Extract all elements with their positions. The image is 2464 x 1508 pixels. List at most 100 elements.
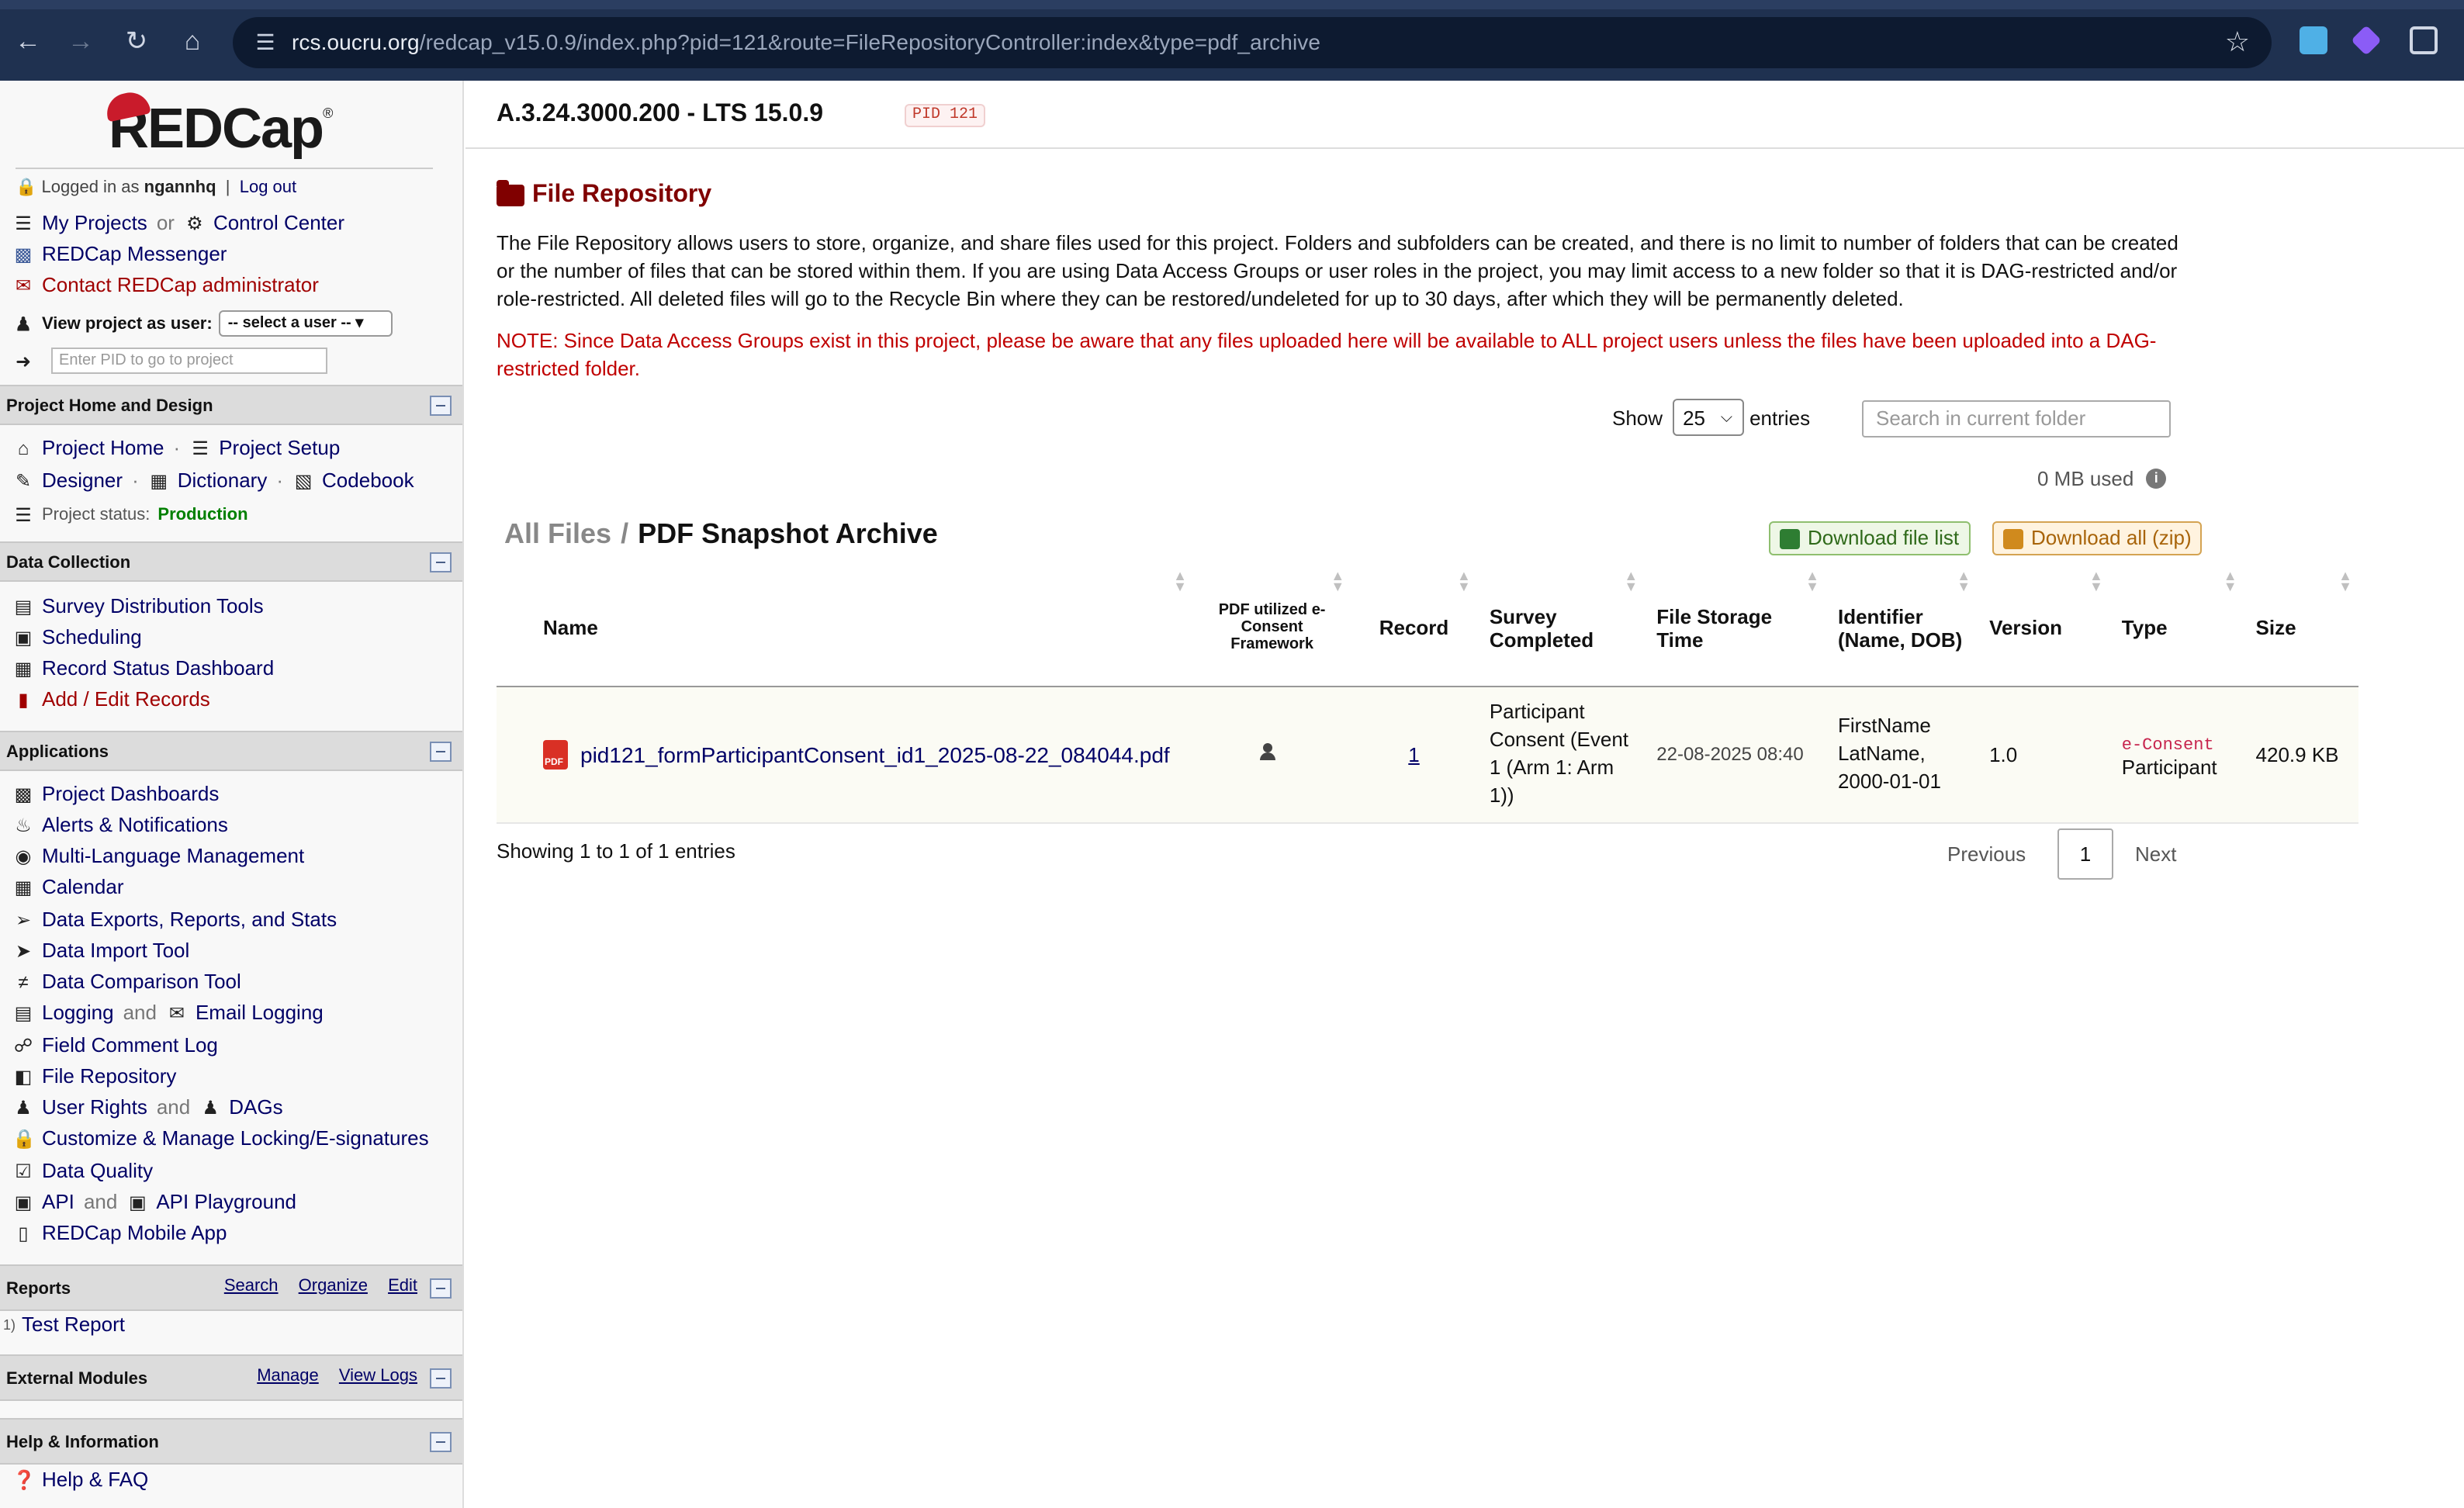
- sidebar-item-calendar[interactable]: ▦ Calendar: [12, 875, 124, 898]
- sidebar-item-mobile-app[interactable]: ▯ REDCap Mobile App: [12, 1221, 227, 1244]
- view-as-select[interactable]: -- select a user -- ▾: [218, 310, 393, 337]
- user-rights-link[interactable]: User Rights: [42, 1095, 147, 1119]
- logging-link[interactable]: Logging: [42, 1001, 114, 1024]
- col-storage-time[interactable]: File Storage Time ▲ ▼: [1644, 569, 1826, 687]
- col-size[interactable]: Size ▲ ▼: [2243, 569, 2358, 687]
- sidebar-item-exports[interactable]: ➢ Data Exports, Reports, and Stats: [12, 908, 337, 931]
- section-help[interactable]: Help & Information: [0, 1418, 462, 1465]
- dags-link[interactable]: DAGs: [229, 1095, 282, 1119]
- logout-link[interactable]: Log out: [240, 178, 296, 197]
- extension-diamond-icon[interactable]: [2351, 25, 2382, 56]
- section-reports[interactable]: Reports Search Organize Edit: [0, 1264, 462, 1311]
- section-external-modules[interactable]: External Modules Manage View Logs: [0, 1354, 462, 1401]
- modules-manage-link[interactable]: Manage: [257, 1367, 319, 1385]
- project-home-link[interactable]: Project Home: [42, 436, 164, 459]
- entries-select[interactable]: 25 ⌵: [1672, 399, 1744, 436]
- sidebar-item-record-status[interactable]: ▦ Record Status Dashboard: [12, 656, 275, 680]
- col-name[interactable]: Name ▲ ▼: [497, 569, 1193, 687]
- site-settings-icon[interactable]: ☰: [251, 28, 279, 56]
- contact-admin-row[interactable]: ✉ Contact REDCap administrator: [12, 273, 319, 296]
- collapse-icon[interactable]: [430, 1432, 452, 1452]
- control-center-link[interactable]: Control Center: [213, 211, 344, 234]
- pid-input[interactable]: Enter PID to go to project: [51, 348, 327, 374]
- project-setup-link[interactable]: Project Setup: [219, 436, 340, 459]
- extensions-puzzle-icon[interactable]: [2410, 26, 2438, 54]
- sidebar-item-data-quality[interactable]: ☑ Data Quality: [12, 1159, 153, 1182]
- messenger-row[interactable]: ▩ REDCap Messenger: [12, 242, 227, 265]
- col-survey[interactable]: Survey Completed ▲ ▼: [1476, 569, 1645, 687]
- sidebar-item-label: Data Exports, Reports, and Stats: [42, 908, 337, 931]
- collapse-icon[interactable]: [430, 742, 452, 762]
- collapse-icon[interactable]: [430, 552, 452, 572]
- pagination-next[interactable]: Next: [2135, 842, 2176, 866]
- extension-save-icon[interactable]: [2300, 26, 2327, 54]
- bookmark-star-icon[interactable]: ☆: [2225, 26, 2250, 59]
- reload-icon[interactable]: ↻: [119, 25, 154, 59]
- address-bar[interactable]: ☰ rcs.oucru.org/redcap_v15.0.9/index.php…: [233, 17, 2272, 68]
- messenger-link[interactable]: REDCap Messenger: [42, 242, 227, 265]
- col-type[interactable]: Type ▲ ▼: [2109, 569, 2244, 687]
- url-text[interactable]: rcs.oucru.org/redcap_v15.0.9/index.php?p…: [292, 29, 1320, 54]
- report-item[interactable]: 1) Test Report: [3, 1313, 125, 1336]
- info-icon[interactable]: i: [2146, 469, 2167, 489]
- back-icon[interactable]: ←: [11, 25, 45, 59]
- sidebar-item-file-repository[interactable]: ◧ File Repository: [12, 1064, 177, 1088]
- book-icon: ▧: [294, 469, 313, 491]
- sidebar-item-scheduling[interactable]: ▣ Scheduling: [12, 625, 142, 649]
- api-playground-link[interactable]: API Playground: [156, 1190, 296, 1213]
- status-label: Project status:: [42, 506, 151, 524]
- reports-edit-link[interactable]: Edit: [388, 1277, 417, 1295]
- sidebar-item-survey-distribution[interactable]: ▤ Survey Distribution Tools: [12, 594, 264, 617]
- sidebar-item-mlm[interactable]: ◉ Multi-Language Management: [12, 844, 305, 867]
- sidebar-item-comparison[interactable]: ≠ Data Comparison Tool: [12, 970, 241, 993]
- reports-search-link[interactable]: Search: [224, 1277, 279, 1295]
- cell-survey: Participant Consent (Event 1 (Arm 1: Arm…: [1476, 686, 1645, 823]
- download-file-list-button[interactable]: Download file list: [1769, 521, 1971, 555]
- collapse-icon[interactable]: [430, 1368, 452, 1389]
- sort-icon: ▲ ▼: [2089, 568, 2103, 594]
- pid-row: ➜ Enter PID to go to project: [12, 348, 327, 374]
- username: ngannhq: [144, 178, 216, 197]
- home-icon[interactable]: ⌂: [175, 25, 209, 59]
- page-title: File Repository: [497, 180, 711, 209]
- col-record[interactable]: Record ▲ ▼: [1351, 569, 1477, 687]
- logo-reg: ®: [323, 105, 333, 121]
- dictionary-link[interactable]: Dictionary: [178, 469, 268, 492]
- sidebar-item-dashboards[interactable]: ▩ Project Dashboards: [12, 782, 220, 805]
- modules-view-logs-link[interactable]: View Logs: [339, 1367, 417, 1385]
- redcap-logo[interactable]: REDCap®: [103, 88, 333, 161]
- my-projects-link[interactable]: My Projects: [42, 211, 147, 234]
- section-applications[interactable]: Applications: [0, 731, 462, 771]
- show-label: Show: [1612, 406, 1663, 429]
- search-input[interactable]: Search in current folder: [1862, 400, 2171, 438]
- section-data-collection[interactable]: Data Collection: [0, 541, 462, 582]
- section-project-home[interactable]: Project Home and Design: [0, 385, 462, 425]
- col-econsent[interactable]: PDF utilized e-Consent Framework ▲ ▼: [1193, 569, 1351, 687]
- sidebar-item-import[interactable]: ➤ Data Import Tool: [12, 939, 189, 962]
- file-name-link[interactable]: pid121_formParticipantConsent_id1_2025-0…: [580, 742, 1170, 766]
- project-title: A.3.24.3000.200 - LTS 15.0.9: [497, 101, 823, 127]
- sidebar-item-help-faq[interactable]: ❓ Help & FAQ: [12, 1468, 148, 1491]
- col-version[interactable]: Version ▲ ▼: [1977, 568, 2109, 687]
- collapse-icon[interactable]: [430, 396, 452, 416]
- col-identifier[interactable]: Identifier (Name, DOB) ▲ ▼: [1825, 569, 1978, 687]
- collapse-icon[interactable]: [430, 1278, 452, 1299]
- codebook-link[interactable]: Codebook: [322, 469, 414, 492]
- record-link[interactable]: 1: [1408, 742, 1419, 766]
- sidebar-item-locking[interactable]: 🔒 Customize & Manage Locking/E-signatures: [12, 1126, 429, 1150]
- sidebar-item-add-edit-records[interactable]: ▮ Add / Edit Records: [12, 687, 209, 711]
- breadcrumb-all-files[interactable]: All Files: [504, 518, 611, 549]
- designer-link[interactable]: Designer: [42, 469, 123, 492]
- api-link[interactable]: API: [42, 1190, 74, 1213]
- reports-organize-link[interactable]: Organize: [299, 1277, 368, 1295]
- sidebar-item-field-comment[interactable]: ☍ Field Comment Log: [12, 1033, 218, 1057]
- sidebar-item-alerts[interactable]: ♨ Alerts & Notifications: [12, 813, 228, 836]
- email-logging-link[interactable]: Email Logging: [196, 1001, 324, 1024]
- sidebar-item-label: Data Quality: [42, 1159, 154, 1182]
- download-all-zip-button[interactable]: Download all (zip): [1992, 521, 2203, 555]
- api-row: ▣ API and ▣ API Playground: [12, 1190, 296, 1213]
- contact-admin-link[interactable]: Contact REDCap administrator: [42, 273, 319, 296]
- pagination-previous[interactable]: Previous: [1947, 842, 2026, 866]
- pagination-page-1[interactable]: 1: [2057, 828, 2113, 880]
- forward-icon[interactable]: →: [64, 25, 98, 59]
